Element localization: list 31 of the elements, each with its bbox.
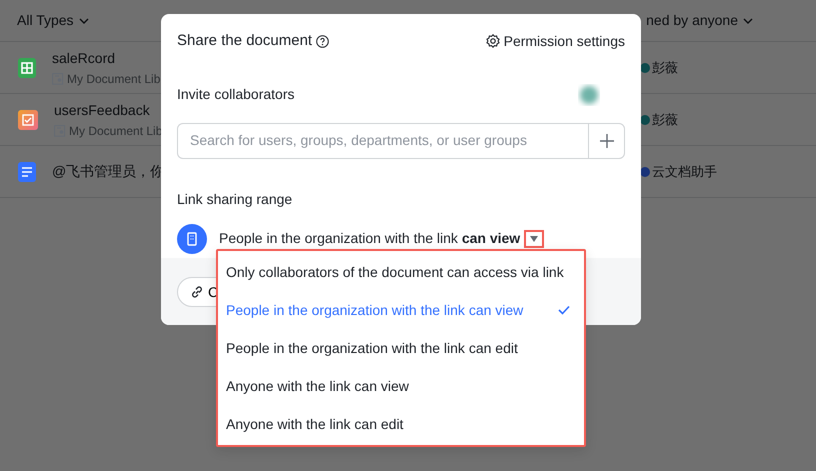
owner-name: 云文档助手: [652, 162, 717, 181]
caret-icon: [529, 234, 540, 242]
section-label: Invite collaborators: [177, 85, 295, 104]
document-title[interactable]: usersFeedback: [54, 100, 162, 120]
section-label: Link sharing range: [177, 190, 294, 209]
form-icon: [18, 110, 38, 130]
document-icon: [18, 162, 36, 182]
gear-icon: [486, 34, 500, 48]
check-icon: [558, 305, 570, 315]
dialog-title: Share the document: [177, 31, 312, 51]
add-button[interactable]: [588, 122, 625, 158]
menu-option[interactable]: Anyone with the link can edit: [218, 405, 584, 443]
link-icon: [190, 285, 204, 299]
link-permission-text: People in the organization with the link can view: [219, 229, 520, 248]
owner-name: 彭薇: [652, 110, 678, 129]
search-field[interactable]: Search for users, groups, departments, or user groups: [177, 122, 588, 158]
spreadsheet-icon: [18, 58, 36, 78]
menu-option[interactable]: People in the organization with the link can edit: [218, 329, 584, 367]
document-title[interactable]: saleRcord: [52, 48, 160, 68]
type-filter[interactable]: All Types: [17, 10, 90, 31]
document-location: My Document Lib: [67, 70, 160, 88]
help-icon: [316, 34, 330, 48]
owner-name: 彭薇: [652, 58, 678, 77]
menu-option[interactable]: Anyone with the link can view: [218, 367, 584, 405]
building-icon: [177, 224, 207, 254]
menu-option[interactable]: Only collaborators of the document can access via link: [218, 253, 584, 291]
menu-option[interactable]: People in the organization with the link can view: [218, 291, 584, 329]
permission-settings-link[interactable]: Permission settings: [486, 30, 625, 52]
plus-icon: [598, 132, 614, 148]
owner-filter[interactable]: ned by anyone: [646, 10, 754, 31]
dropdown-caret[interactable]: [524, 230, 544, 248]
